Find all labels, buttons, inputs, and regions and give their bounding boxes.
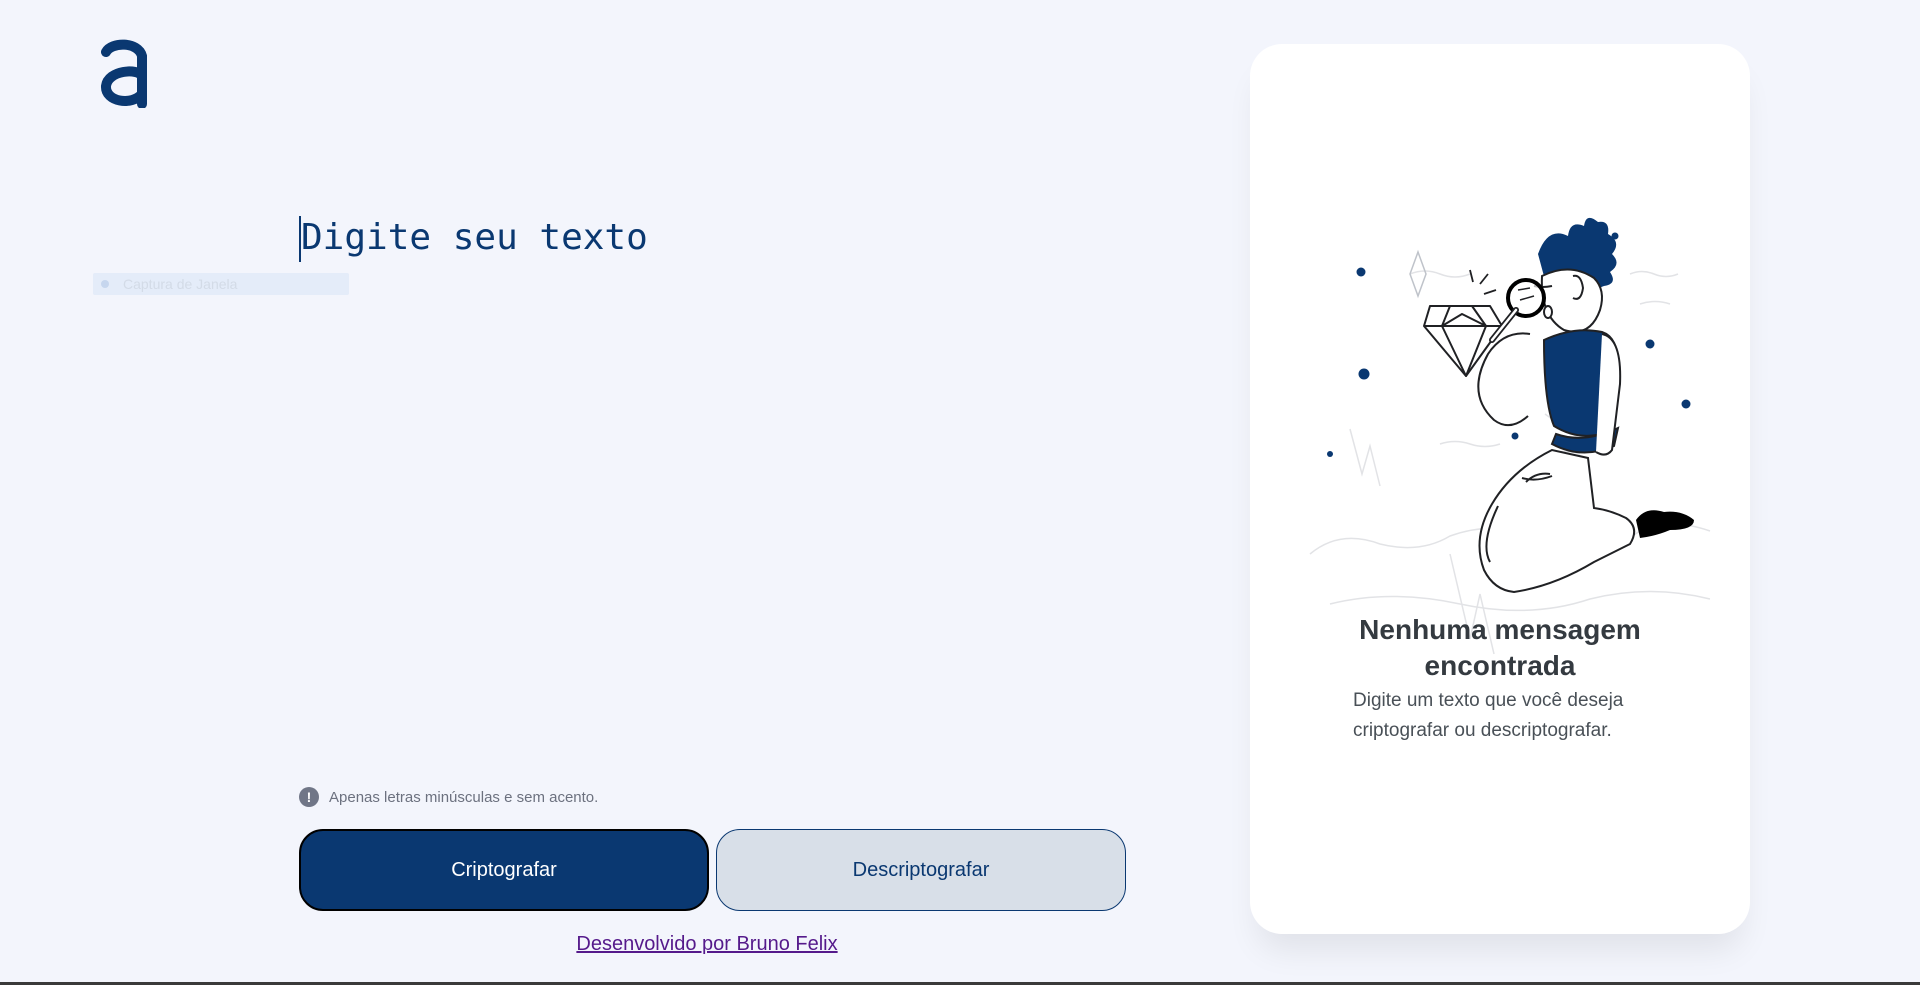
credit-text[interactable]: Desenvolvido por Bruno Felix xyxy=(576,933,837,955)
decrypt-button[interactable]: Descriptografar xyxy=(716,829,1126,911)
hint-text: Apenas letras minúsculas e sem acento. xyxy=(329,788,599,806)
empty-state-description: Digite um texto que você deseja criptogr… xyxy=(1353,690,1624,741)
exclamation-icon: ! xyxy=(299,787,319,807)
alura-logo-icon[interactable] xyxy=(98,38,152,108)
encrypt-button[interactable]: Criptografar xyxy=(299,829,709,911)
message-input[interactable] xyxy=(299,206,1121,746)
person-with-magnifier-illustration xyxy=(1309,217,1711,655)
empty-state-title: Nenhuma mensagem encontrada xyxy=(1359,614,1641,681)
ghost-dot-icon xyxy=(101,280,109,288)
result-panel: Nenhuma mensagem encontrada Digite um te… xyxy=(1250,44,1750,934)
text-caret xyxy=(299,216,301,262)
developer-credit-link[interactable]: Desenvolvido por Bruno Felix xyxy=(0,933,1414,956)
input-hint: ! Apenas letras minúsculas e sem acento. xyxy=(299,787,598,807)
ghost-label: Captura de Janela xyxy=(123,276,238,292)
